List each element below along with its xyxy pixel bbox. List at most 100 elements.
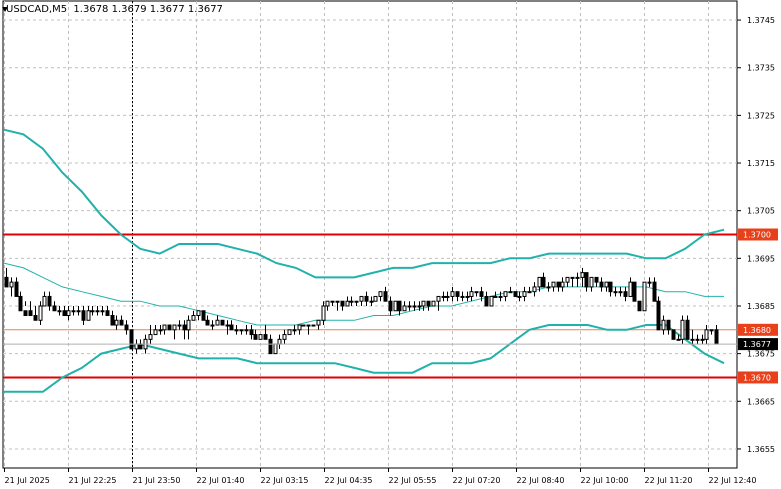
candle-body [359,295,364,302]
candle-body [604,281,609,288]
candle-body [297,324,302,331]
candle-body [628,281,633,297]
candle-body [431,300,436,307]
candle-body [465,295,470,298]
candle-body [129,329,134,350]
candle-body [690,338,695,341]
candle-body [666,319,671,331]
candle-body [551,281,556,288]
chart-header: USDCAD,M5 1.3678 1.3679 1.3677 1.3677 [6,4,223,15]
candle-body [239,329,244,332]
candle-body [680,319,685,340]
level-price-label: 1.3680 [743,326,771,335]
candle-body [489,295,494,307]
candle-body [76,310,81,313]
candle-body [225,324,230,327]
candle-body [575,276,580,279]
candle-body [33,315,38,321]
candle-body [369,300,374,303]
x-axis-tick-label: 22 Jul 04:35 [325,476,373,485]
candle-body [52,305,57,312]
candle-body [570,276,575,279]
candle-body [450,291,455,297]
candle-body [205,319,210,326]
candle-body [436,295,441,302]
candle-body [186,319,191,331]
candle-body [474,291,479,294]
candle-body [167,324,172,331]
x-axis-tick-label: 21 Jul 2025 [5,476,50,485]
x-axis-tick-label: 22 Jul 10:00 [581,476,629,485]
candle-body [282,334,287,340]
candle-body [229,324,234,331]
candle-body [421,300,426,307]
candle-body [172,324,177,331]
candle-body [546,286,551,289]
x-axis-tick-label: 22 Jul 05:55 [389,476,437,485]
candle-body [38,305,43,321]
candle-body [153,329,158,336]
candle-body [349,300,354,303]
candle-body [580,272,585,278]
candle-body [508,291,513,294]
candle-body [158,329,163,332]
level-price-label: 1.3670 [743,373,771,382]
candle-body [301,324,306,327]
y-axis-tick-label: 1.3685 [747,302,775,311]
candle-body [513,291,518,297]
candle-body [62,310,67,317]
candle-body [23,310,28,317]
candle-body [345,300,350,307]
candle-body [268,338,273,355]
candle-body [676,338,681,341]
y-axis-tick-label: 1.3655 [747,445,775,454]
candle-body [105,310,110,317]
candle-body [700,338,705,341]
candle-body [364,295,369,302]
candle-body [66,310,71,317]
candle-body [249,329,254,336]
candle-body [14,281,19,297]
candle-body [95,310,100,313]
candle-body [704,329,709,340]
y-axis-tick-label: 1.3695 [747,254,775,263]
candle-body [354,300,359,303]
ohlc-label: 1.3678 1.3679 1.3677 1.3677 [73,4,223,15]
candle-body [412,305,417,308]
candle-body [182,324,187,331]
candle-body [196,310,201,317]
candle-body [532,286,537,293]
candle-body [378,291,383,297]
candle-body [695,338,700,341]
candle-body [417,305,422,308]
candle-body [445,295,450,298]
candle-body [325,300,330,307]
price-chart[interactable]: 1.3745 1.3735 1.3725 1.3715 1.3705 1.3695 1.36… [0,0,781,489]
candle-body [114,319,119,326]
candle-body [594,276,599,283]
y-axis-tick-label: 1.3735 [747,64,775,73]
candle-body [541,276,546,288]
x-axis-tick-label: 22 Jul 01:40 [197,476,245,485]
candle-body [661,319,666,331]
candle-body [201,310,206,321]
candle-body [234,329,239,332]
candle-body [138,343,143,350]
candle-body [460,295,465,298]
candle-body [441,295,446,298]
candle-body [4,276,9,288]
current-price-label: 1.3677 [743,340,771,349]
candle-body [335,300,340,303]
candle-body [565,276,570,283]
candle-body [177,324,182,327]
candle-body [71,310,76,313]
candle-body [671,329,676,340]
candle-body [397,300,402,312]
candle-body [273,343,278,355]
candle-body [637,300,642,312]
x-axis-tick-label: 22 Jul 11:20 [645,476,693,485]
y-axis-tick-label: 1.3725 [747,111,775,120]
candle-body [215,319,220,326]
candle-body [253,334,258,340]
candle-body [340,300,345,307]
